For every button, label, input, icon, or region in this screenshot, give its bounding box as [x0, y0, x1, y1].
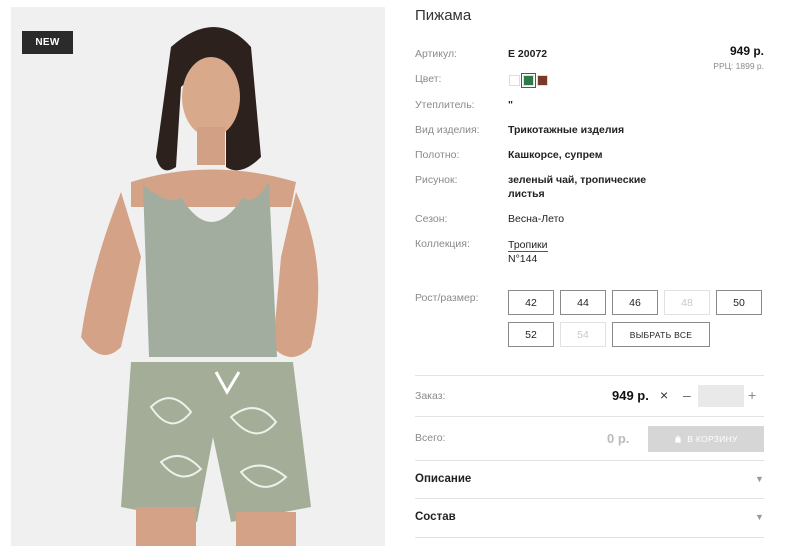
color-swatch-brown[interactable]: [537, 75, 548, 86]
select-all-sizes-button[interactable]: ВЫБРАТЬ ВСЕ: [612, 322, 710, 347]
pattern-value-line1: зеленый чай, тропические: [508, 174, 647, 186]
insulation-label: Утеплитель:: [415, 99, 475, 111]
article-value: Е 20072: [508, 48, 548, 60]
product-type-value: Трикотажные изделия: [508, 124, 625, 136]
color-label: Цвет:: [415, 73, 442, 85]
pattern-value-line2: листья: [508, 188, 545, 200]
season-label: Сезон:: [415, 213, 448, 225]
divider: [415, 537, 764, 538]
pattern-label: Рисунок:: [415, 174, 458, 186]
article-label: Артикул:: [415, 48, 458, 60]
description-accordion[interactable]: Описание: [415, 473, 471, 485]
size-button-42[interactable]: 42: [508, 290, 554, 315]
new-badge: NEW: [22, 31, 73, 54]
quantity-increase-button[interactable]: +: [748, 387, 756, 403]
product-price: 949 р.: [729, 44, 764, 58]
product-type-label: Вид изделия:: [415, 124, 480, 136]
collection-value: Тропики N°144: [508, 238, 548, 266]
size-button-54: 54: [560, 322, 606, 347]
fabric-label: Полотно:: [415, 149, 460, 161]
total-price: 0 р.: [607, 431, 630, 446]
quantity-decrease-button[interactable]: –: [683, 387, 691, 403]
divider: [415, 460, 764, 461]
size-button-48: 48: [664, 290, 710, 315]
chevron-down-icon[interactable]: ▼: [755, 512, 764, 522]
quantity-input[interactable]: [698, 385, 744, 407]
add-to-cart-label: В КОРЗИНУ: [687, 434, 738, 444]
total-label: Всего:: [415, 432, 446, 444]
recommended-retail-price: РРЦ: 1899 р.: [713, 61, 764, 71]
collection-number: N°144: [508, 251, 538, 265]
size-button-50[interactable]: 50: [716, 290, 762, 315]
size-button-46[interactable]: 46: [612, 290, 658, 315]
bag-icon: [675, 435, 682, 443]
size-label: Рост/размер:: [415, 292, 479, 304]
season-value: Весна-Лето: [508, 213, 565, 225]
divider: [415, 498, 764, 499]
size-button-52[interactable]: 52: [508, 322, 554, 347]
product-photo[interactable]: NEW: [11, 7, 385, 546]
color-swatch-green[interactable]: [521, 73, 536, 88]
divider: [415, 416, 764, 417]
times-icon: ×: [660, 387, 669, 403]
divider: [415, 375, 764, 376]
composition-accordion[interactable]: Состав: [415, 511, 456, 523]
add-to-cart-button[interactable]: В КОРЗИНУ: [648, 426, 764, 452]
color-swatch-white[interactable]: [509, 75, 520, 86]
product-title: Пижама: [415, 7, 472, 24]
collection-label: Коллекция:: [415, 238, 470, 250]
fabric-value: Кашкорсе, супрем: [508, 149, 603, 161]
order-label: Заказ:: [415, 390, 446, 402]
insulation-value: ": [508, 99, 513, 111]
product-image: [11, 7, 385, 546]
color-swatches: [509, 73, 548, 88]
chevron-down-icon[interactable]: ▼: [755, 474, 764, 484]
order-price: 949 р.: [612, 388, 649, 403]
size-button-44[interactable]: 44: [560, 290, 606, 315]
